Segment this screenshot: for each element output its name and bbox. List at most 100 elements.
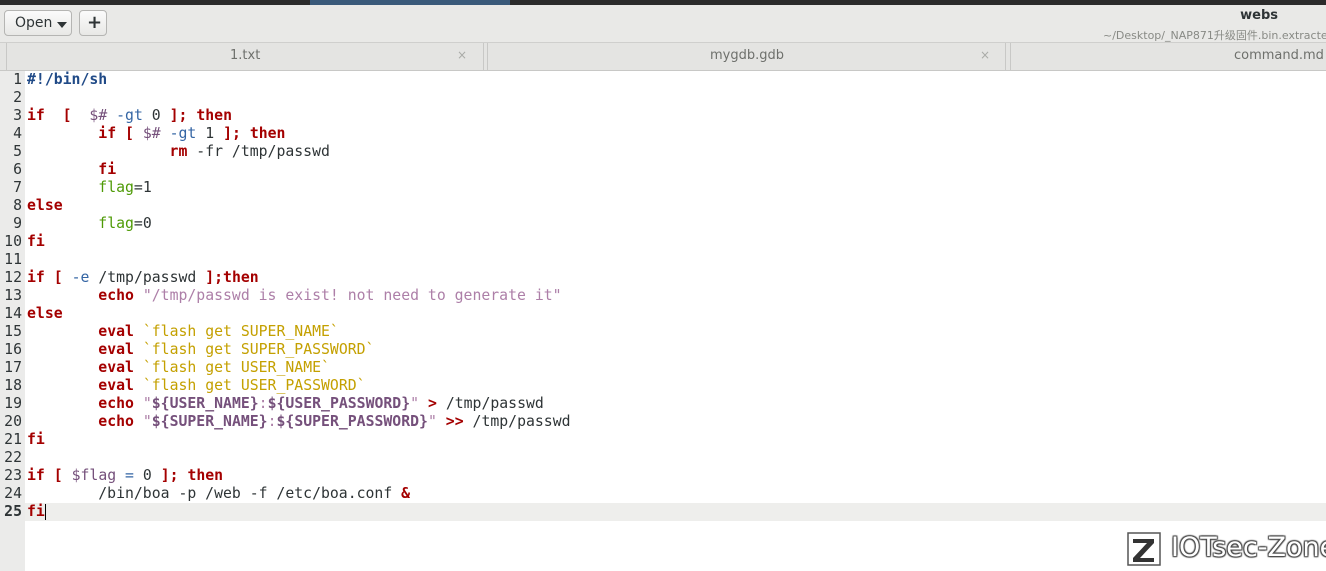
code-token: ]; <box>160 467 179 484</box>
tab-1-txt[interactable]: 1.txt × <box>6 43 484 70</box>
code-token: then <box>196 107 232 124</box>
code-token: ${USER_PASSWORD} <box>267 395 411 412</box>
code-line[interactable]: 14 else <box>0 305 1326 323</box>
code-text: echo "${SUPER_NAME}:${SUPER_PASSWORD}" >… <box>27 413 570 431</box>
code-token: flag <box>98 215 134 232</box>
watermark-text: IOTsec-Zone <box>1171 532 1326 563</box>
window-title: webs <box>1240 8 1278 23</box>
code-line[interactable]: 4 if [ $# -gt 1 ]; then <box>0 125 1326 143</box>
code-line[interactable]: 12 if [ -e /tmp/passwd ];then <box>0 269 1326 287</box>
code-line[interactable]: 20 echo "${SUPER_NAME}:${SUPER_PASSWORD}… <box>0 413 1326 431</box>
code-token: ${SUPER_NAME} <box>151 413 268 430</box>
code-token: if <box>98 125 117 142</box>
line-number: 18 <box>4 377 22 394</box>
code-token: eval <box>98 377 134 394</box>
code-token: if <box>27 107 45 124</box>
tab-label: mygdb.gdb <box>710 48 785 63</box>
code-token: : <box>258 395 268 412</box>
close-icon[interactable]: × <box>457 48 467 62</box>
line-number: 19 <box>4 395 22 412</box>
text-editor[interactable]: 1 #!/bin/sh 2 3 if [ $# -gt 0 ]; then 4 if [ … <box>0 71 1326 571</box>
code-text: if [ $# -gt 1 ]; then <box>27 125 285 143</box>
code-line[interactable]: 17 eval `flash get USER_NAME` <box>0 359 1326 377</box>
code-line[interactable]: 23 if [ $flag = 0 ]; then <box>0 467 1326 485</box>
code-token: : <box>267 413 277 430</box>
code-line[interactable]: 5 rm -fr /tmp/passwd <box>0 143 1326 161</box>
code-line[interactable]: 25 fi <box>0 503 1326 521</box>
line-number: 14 <box>4 305 22 322</box>
code-token: " <box>427 413 437 430</box>
code-token: " <box>142 413 152 430</box>
code-text: fi <box>27 161 116 179</box>
code-line[interactable]: 15 eval `flash get SUPER_NAME` <box>0 323 1326 341</box>
code-token: -fr /tmp/passwd <box>187 143 330 160</box>
code-line[interactable]: 7 flag=1 <box>0 179 1326 197</box>
window-subtitle: ~/Desktop/_NAP871升级固件.bin.extracte <box>1103 29 1326 42</box>
line-number: 16 <box>4 341 22 358</box>
code-token: ]; <box>223 125 241 142</box>
code-token: ${SUPER_PASSWORD} <box>276 413 428 430</box>
code-token: -gt <box>107 107 143 124</box>
code-line[interactable]: 6 fi <box>0 161 1326 179</box>
code-text: flag=0 <box>27 215 151 233</box>
code-line[interactable]: 11 <box>0 251 1326 269</box>
open-button[interactable]: Open <box>4 10 72 36</box>
code-token: & <box>401 485 411 502</box>
tab-label: command.md <box>1234 48 1324 63</box>
code-text: eval `flash get USER_NAME` <box>27 359 330 377</box>
code-token: = <box>116 467 134 484</box>
tab-mygdb-gdb[interactable]: mygdb.gdb × <box>487 43 1006 70</box>
line-number: 13 <box>4 287 22 304</box>
code-token: /tmp/passwd <box>436 395 544 412</box>
text-cursor <box>44 504 46 520</box>
code-line[interactable]: 19 echo "${USER_NAME}:${USER_PASSWORD}" … <box>0 395 1326 413</box>
code-line[interactable]: 24 /bin/boa -p /web -f /etc/boa.conf & <box>0 485 1326 503</box>
new-document-button[interactable]: + <box>79 10 107 36</box>
code-line[interactable]: 10 fi <box>0 233 1326 251</box>
code-line[interactable]: 18 eval `flash get USER_PASSWORD` <box>0 377 1326 395</box>
code-token: if <box>27 269 45 286</box>
code-line[interactable]: 16 eval `flash get SUPER_PASSWORD` <box>0 341 1326 359</box>
code-line[interactable]: 8 else <box>0 197 1326 215</box>
code-token: 0 <box>133 467 161 484</box>
tab-command-md[interactable]: command.md <box>1010 43 1326 70</box>
code-token: 0 <box>142 107 170 124</box>
code-line[interactable]: 3 if [ $# -gt 0 ]; then <box>0 107 1326 125</box>
code-line[interactable]: 21 fi <box>0 431 1326 449</box>
close-icon[interactable]: × <box>980 48 990 62</box>
code-token: fi <box>27 503 45 520</box>
line-number: 21 <box>4 431 22 448</box>
code-token: echo <box>98 395 134 412</box>
line-number: 24 <box>4 485 22 502</box>
code-line[interactable]: 13 echo "/tmp/passwd is exist! not need … <box>0 287 1326 305</box>
code-token: `flash get SUPER_PASSWORD` <box>142 341 375 358</box>
line-number: 9 <box>13 215 22 232</box>
header-bar: Open + webs ~/Desktop/_NAP871升级固件.bin.ex… <box>0 5 1326 43</box>
code-text: /bin/boa -p /web -f /etc/boa.conf & <box>27 485 410 503</box>
plus-icon: + <box>87 12 103 33</box>
code-line[interactable]: 9 flag=0 <box>0 215 1326 233</box>
line-number: 5 <box>13 143 22 160</box>
code-line[interactable]: 2 <box>0 89 1326 107</box>
code-line[interactable]: 22 <box>0 449 1326 467</box>
code-line[interactable]: 1 #!/bin/sh <box>0 71 1326 89</box>
open-button-label: Open <box>15 15 53 31</box>
line-number: 10 <box>4 233 22 250</box>
code-token: =1 <box>133 179 152 196</box>
